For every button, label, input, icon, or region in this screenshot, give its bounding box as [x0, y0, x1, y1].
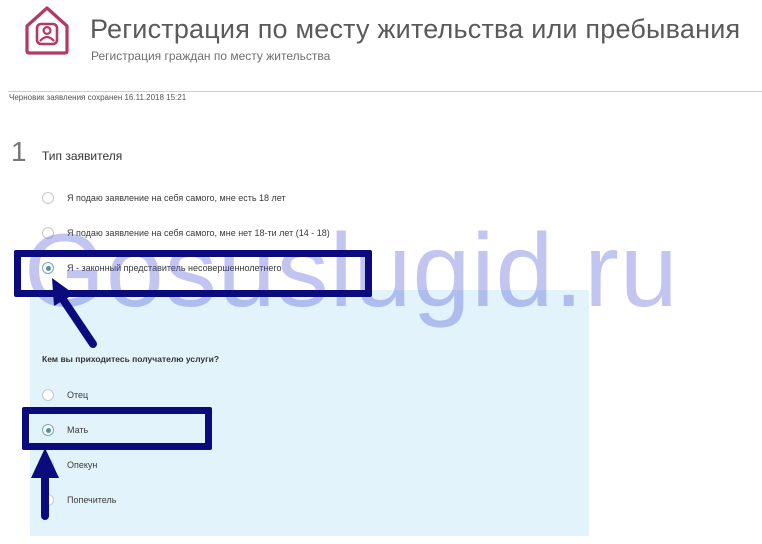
house-person-icon — [25, 6, 69, 55]
radio-label: Я подаю заявление на себя самого, мне ес… — [67, 193, 286, 203]
radio-button[interactable] — [42, 389, 54, 401]
annotation-arrow-icon — [52, 278, 97, 348]
radio-label: Попечитель — [67, 495, 117, 505]
radio-button[interactable] — [42, 192, 54, 204]
relation-option-father[interactable]: Отец — [42, 387, 88, 403]
radio-label: Я подаю заявление на себя самого, мне не… — [67, 228, 330, 238]
relation-question: Кем вы приходитесь получателю услуги? — [42, 354, 220, 364]
applicant-type-option-adult[interactable]: Я подаю заявление на себя самого, мне ес… — [42, 190, 286, 206]
page-header: Регистрация по месту жительства или преб… — [0, 0, 762, 102]
applicant-type-option-minor[interactable]: Я подаю заявление на себя самого, мне не… — [42, 225, 330, 241]
page-title: Регистрация по месту жительства или преб… — [90, 14, 741, 44]
radio-button[interactable] — [42, 227, 54, 239]
page-subtitle: Регистрация граждан по месту жительства — [91, 49, 331, 63]
header-divider — [8, 91, 762, 92]
step-number: 1 — [11, 136, 27, 167]
annotation-arrow-icon — [31, 448, 59, 520]
step-title: Тип заявителя — [42, 149, 123, 163]
radio-label: Опекун — [67, 460, 98, 470]
annotation-highlight-mother — [22, 407, 212, 450]
draft-saved-status: Черновик заявления сохранен 16.11.2018 1… — [9, 93, 187, 102]
radio-label: Отец — [67, 390, 89, 400]
